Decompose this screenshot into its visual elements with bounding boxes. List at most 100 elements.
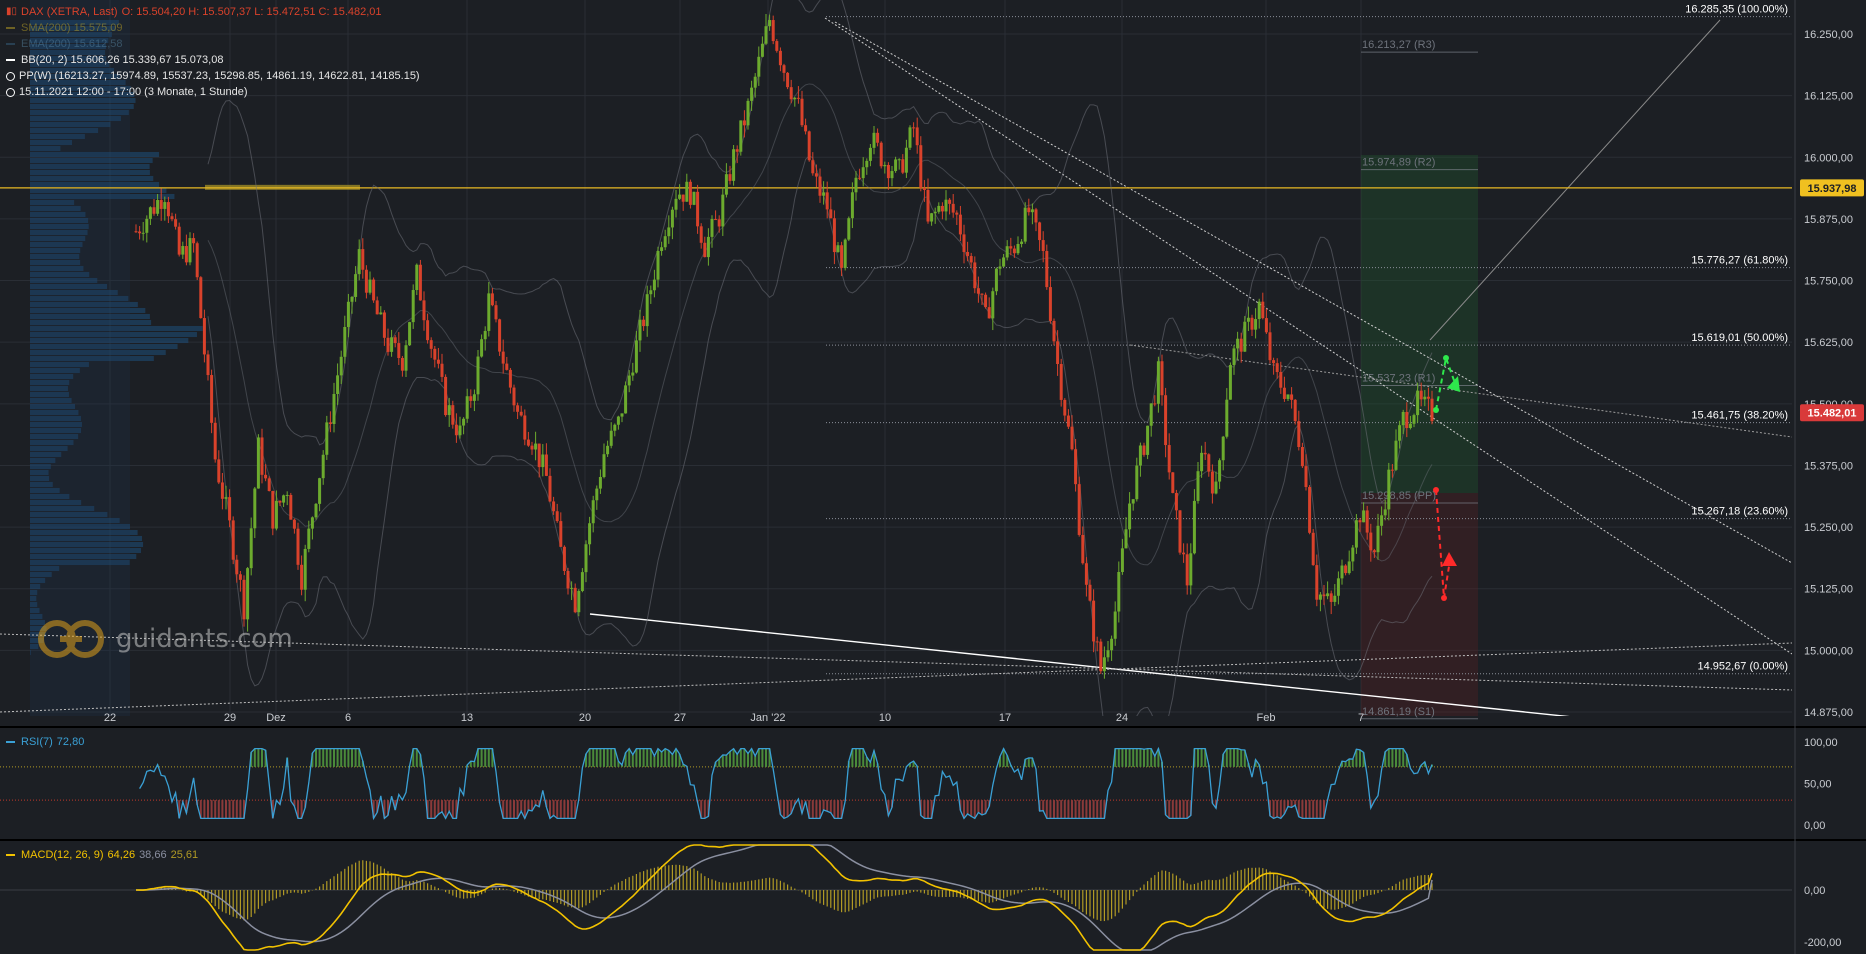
candle-body: [814, 173, 818, 177]
candle-body: [1192, 500, 1196, 554]
candle-body: [908, 127, 912, 148]
candle-body: [616, 416, 620, 425]
candle-body: [836, 245, 840, 253]
legend-instrument[interactable]: ▮▯ DAX (XETRA, Last) O: 15.504,20 H: 15.…: [6, 4, 420, 20]
candle-body: [721, 194, 725, 227]
candle-body: [775, 41, 779, 51]
candle-body: [1110, 638, 1114, 651]
candle-body: [1034, 209, 1038, 223]
legend-sma[interactable]: SMA(200) 15.575,09: [6, 20, 420, 36]
candle-body: [1131, 499, 1135, 504]
candle-body: [321, 454, 325, 479]
candle-body: [786, 72, 790, 88]
candle-body: [987, 307, 991, 319]
candle-body: [170, 216, 174, 220]
candle-body: [458, 425, 462, 436]
legend-pp[interactable]: PP(W) (16213.27, 15974.89, 15537.23, 152…: [6, 68, 420, 84]
candle-body: [724, 174, 728, 195]
candle-body: [829, 209, 833, 219]
candle-body: [861, 167, 865, 179]
fib-label: 15.461,75 (38.20%): [1691, 410, 1788, 422]
macd-line: [135, 844, 1433, 951]
x-tick-label: 13: [461, 712, 473, 724]
candle-body: [1160, 361, 1164, 396]
candle-body: [235, 559, 239, 575]
candle-body: [1135, 465, 1139, 500]
candle-body: [415, 264, 419, 291]
candle-body: [667, 227, 671, 237]
candle-body: [822, 192, 826, 196]
macd-legend[interactable]: MACD(12, 26, 9) 64,26 38,66 25,61: [6, 849, 198, 861]
bb-lower: [207, 155, 1433, 716]
candle-body: [580, 572, 584, 591]
legend-bb[interactable]: BB(20, 2) 15.606,26 15.339,67 15.073,08: [6, 52, 420, 68]
macd-pane: 0,00 -200,00: [0, 844, 1841, 951]
candle-body: [325, 422, 329, 455]
signal-value: 38,66: [139, 849, 167, 861]
candle-body: [357, 249, 361, 275]
trend-line-upper[interactable]: [824, 17, 1792, 655]
candle-body: [436, 359, 440, 364]
candle-body: [588, 523, 592, 545]
candle-body: [645, 294, 649, 327]
dax-chart-canvas[interactable]: 16.213,27 (R3)15.974,89 (R2)15.537,23 (R…: [0, 0, 1866, 954]
candle-body: [703, 242, 707, 258]
candle-body: [660, 247, 664, 251]
candle-body: [555, 511, 559, 522]
candle-body: [717, 219, 721, 227]
candle-body: [1009, 246, 1013, 249]
candle-body: [206, 354, 210, 376]
candle-body: [771, 20, 775, 42]
candle-body: [1052, 320, 1056, 342]
period-label: 15.11.2021 12:00 - 17:00 (3 Monate, 1 St…: [19, 86, 248, 98]
candle-body: [912, 127, 916, 129]
candle-body: [1390, 469, 1394, 471]
candle-body: [688, 181, 692, 205]
candle-body: [1012, 248, 1016, 254]
candle-body: [1261, 301, 1265, 319]
candle-body: [282, 495, 286, 503]
candle-body: [501, 351, 505, 364]
x-tick-label: 29: [224, 712, 236, 724]
candle-body: [930, 213, 934, 222]
candle-body: [1372, 550, 1376, 553]
candle-body: [595, 488, 599, 501]
candle-body: [901, 159, 905, 173]
candle-body: [1095, 641, 1099, 643]
candle-body: [944, 199, 948, 212]
candle-body: [163, 202, 167, 209]
candle-body: [620, 413, 624, 417]
candle-body: [1210, 471, 1214, 494]
candle-body: [1138, 445, 1142, 466]
bullish-arrow-mid: [1443, 355, 1449, 361]
candle-body: [523, 415, 527, 440]
y-tick-label: 15.125,00: [1804, 584, 1853, 596]
candle-body: [505, 363, 509, 370]
candle-body: [1326, 593, 1330, 597]
candle-body: [652, 279, 656, 291]
candle-body: [1228, 364, 1232, 400]
volume-profile-bg: [30, 0, 130, 716]
last-price-tag-text: 15.482,01: [1808, 408, 1857, 420]
candle-body: [354, 274, 358, 297]
candle-body: [940, 205, 944, 212]
candle-body: [1300, 447, 1304, 467]
legend-ema[interactable]: EMA(200) 15.612,58: [6, 36, 420, 52]
legend-period[interactable]: 15.11.2021 12:00 - 17:00 (3 Monate, 1 St…: [6, 84, 420, 100]
candle-body: [757, 56, 761, 77]
fib-label: 14.952,67 (0.00%): [1697, 661, 1788, 673]
rsi-legend[interactable]: RSI(7) 72,80: [6, 736, 84, 748]
candle-body: [1002, 257, 1006, 267]
candle-body: [246, 568, 250, 620]
candle-body: [832, 218, 836, 253]
candle-body: [728, 174, 732, 181]
logo-text: guidants.com: [116, 624, 293, 654]
candle-body: [1416, 390, 1420, 416]
candle-body: [681, 194, 685, 202]
candle-body: [739, 120, 743, 152]
candle-body: [238, 574, 242, 580]
candle-body: [1167, 445, 1171, 473]
candle-body: [1038, 222, 1042, 241]
candle-body: [1218, 460, 1222, 482]
candle-body: [1117, 571, 1121, 612]
